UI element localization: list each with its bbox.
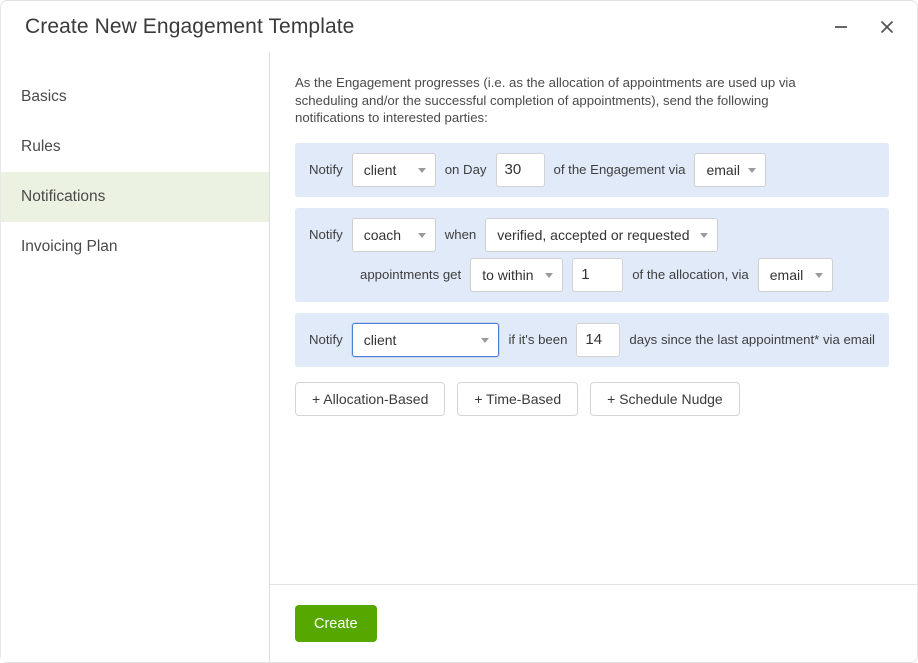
sidebar-item-label: Basics <box>21 88 67 105</box>
day-input[interactable] <box>495 152 545 187</box>
titlebar: Create New Engagement Template <box>0 0 918 52</box>
notify-label: Notify <box>309 162 343 177</box>
add-allocation-based-button[interactable]: + Allocation-Based <box>295 381 446 416</box>
condition-value: verified, accepted or requested <box>497 226 690 243</box>
intro-text: As the Engagement progresses (i.e. as th… <box>295 75 796 125</box>
sidebar-item-label: Rules <box>21 138 61 155</box>
recipient-value: client <box>363 161 397 178</box>
channel-select[interactable]: email <box>757 257 833 292</box>
if-its-been-label: if it's been <box>508 332 568 347</box>
recipient-select[interactable]: client <box>351 322 500 357</box>
chevron-down-icon <box>814 272 823 278</box>
channel-select[interactable]: email <box>694 152 767 187</box>
notification-row-allocation-based: Notify coach when verified, accepted or … <box>295 207 889 302</box>
engagement-via-label: of the Engagement via <box>553 162 686 177</box>
appointments-get-label: appointments get <box>360 267 462 282</box>
dialog-title: Create New Engagement Template <box>25 15 355 38</box>
chevron-down-icon <box>700 232 709 238</box>
chevron-down-icon <box>417 232 426 238</box>
add-notification-buttons: + Allocation-Based + Time-Based + Schedu… <box>295 381 891 416</box>
recipient-value: coach <box>363 226 402 243</box>
chevron-down-icon <box>417 167 426 173</box>
sidebar-item-rules[interactable]: Rules <box>1 122 269 172</box>
close-icon[interactable] <box>873 13 901 41</box>
days-since-label: days since the last appointment* via ema… <box>629 332 875 347</box>
days-input[interactable] <box>576 322 621 357</box>
sidebar-item-invoicing-plan[interactable]: Invoicing Plan <box>1 222 269 272</box>
chevron-down-icon <box>748 167 757 173</box>
recipient-value: client <box>363 331 397 348</box>
amount-input[interactable] <box>572 257 624 292</box>
add-schedule-nudge-button[interactable]: + Schedule Nudge <box>590 381 740 416</box>
notifications-section: As the Engagement progresses (i.e. as th… <box>270 52 917 584</box>
dialog-window: Create New Engagement Template Basics Ru… <box>0 0 918 663</box>
of-allocation-label: of the allocation, via <box>632 267 749 282</box>
comparator-select[interactable]: to within <box>470 257 564 292</box>
sidebar-item-label: Invoicing Plan <box>21 238 118 255</box>
notify-label: Notify <box>309 227 343 242</box>
add-time-based-button[interactable]: + Time-Based <box>457 381 579 416</box>
sidebar-item-notifications[interactable]: Notifications <box>1 172 269 222</box>
create-button[interactable]: Create <box>295 605 377 642</box>
sidebar: Basics Rules Notifications Invoicing Pla… <box>1 52 270 662</box>
on-day-label: on Day <box>444 162 487 177</box>
minimize-icon[interactable] <box>827 13 855 41</box>
notification-row-time-based: Notify client on Day of the Engagement v… <box>295 142 889 197</box>
main-panel: As the Engagement progresses (i.e. as th… <box>270 52 917 662</box>
comparator-value: to within <box>482 266 534 283</box>
recipient-select[interactable]: coach <box>351 217 436 252</box>
sidebar-item-label: Notifications <box>21 188 106 205</box>
dialog-footer: Create <box>270 584 917 662</box>
channel-value: email <box>769 266 804 283</box>
recipient-select[interactable]: client <box>351 152 436 187</box>
condition-select[interactable]: verified, accepted or requested <box>485 217 719 252</box>
dialog-body: Basics Rules Notifications Invoicing Pla… <box>0 52 918 663</box>
sidebar-item-basics[interactable]: Basics <box>1 72 269 122</box>
window-controls <box>827 1 901 53</box>
channel-value: email <box>706 161 740 178</box>
notify-label: Notify <box>309 332 343 347</box>
when-label: when <box>444 227 477 242</box>
chevron-down-icon <box>545 272 554 278</box>
notification-row-schedule-nudge: Notify client if it's been days since th… <box>295 312 889 367</box>
chevron-down-icon <box>481 337 490 343</box>
